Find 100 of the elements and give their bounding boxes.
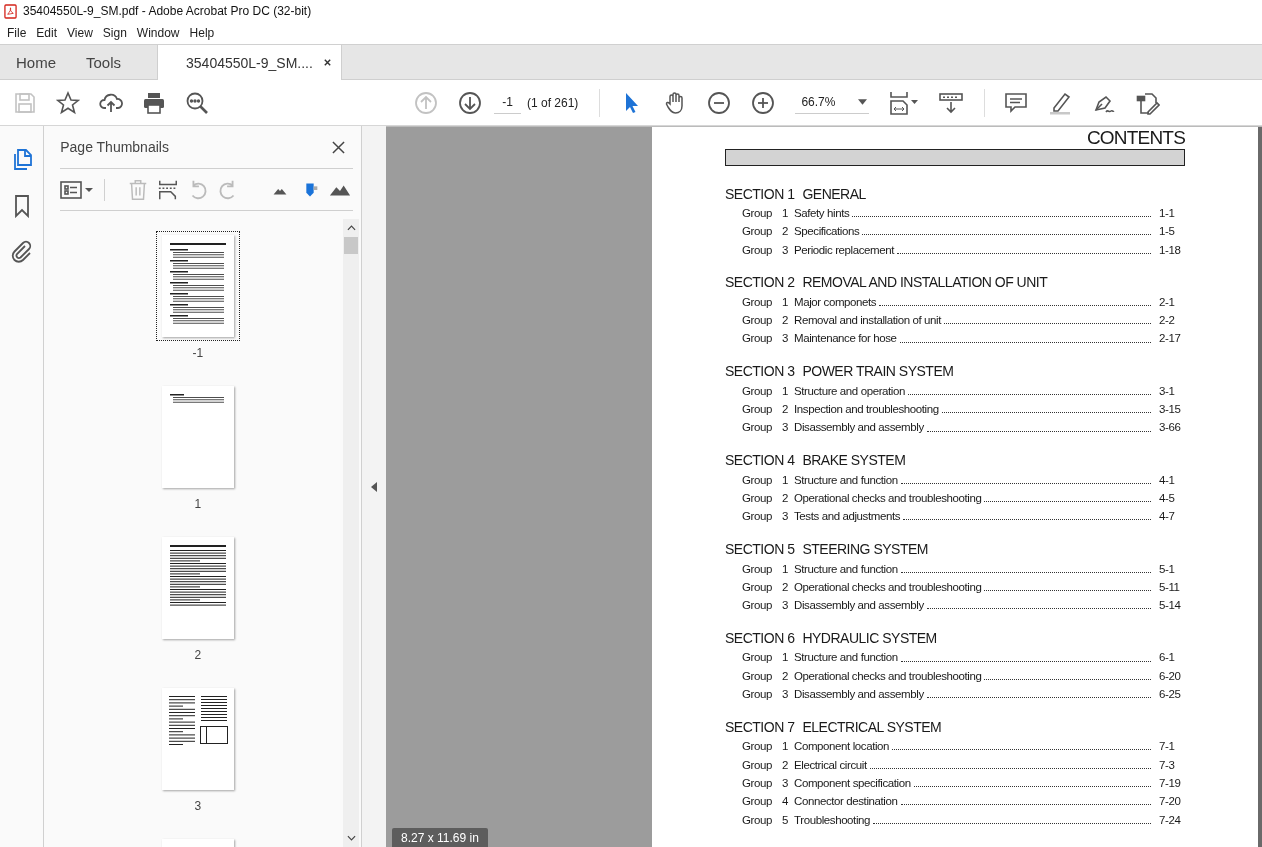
group-title: Electrical circuit bbox=[794, 757, 867, 773]
zoom-dropdown[interactable]: 66.7% bbox=[795, 91, 870, 114]
pdf-file-icon bbox=[4, 3, 17, 19]
edit-document-icon[interactable] bbox=[1136, 90, 1161, 115]
group-number: 1 bbox=[782, 294, 789, 310]
window-title: 35404550L-9_SM.pdf - Adobe Acrobat Pro DC (32-bit) bbox=[23, 4, 312, 18]
menu-item[interactable]: File bbox=[2, 26, 32, 40]
list-options-icon[interactable] bbox=[60, 178, 106, 201]
scroll-mode-icon[interactable] bbox=[939, 90, 964, 115]
section-number: SECTION 7 bbox=[725, 718, 795, 735]
group-title: Component location bbox=[794, 739, 890, 755]
tab[interactable]: 35404550L-9_SM.... bbox=[157, 45, 342, 80]
page-number-field[interactable]: -1 bbox=[494, 91, 521, 114]
section-title: ELECTRICAL SYSTEM bbox=[802, 718, 942, 735]
section-number: SECTION 2 bbox=[725, 274, 795, 291]
group-label: Group bbox=[742, 472, 773, 488]
group-label: Group bbox=[742, 794, 773, 810]
group-label: Group bbox=[742, 812, 773, 828]
paperclip-icon[interactable] bbox=[9, 240, 34, 264]
group-title: Structure and operation bbox=[794, 383, 905, 399]
section-title: POWER TRAIN SYSTEM bbox=[802, 363, 954, 380]
menu-item[interactable]: Edit bbox=[31, 26, 63, 40]
group-label: Group bbox=[742, 561, 773, 577]
group-title: Operational checks and troubleshooting bbox=[794, 579, 982, 595]
section-title: GENERAL bbox=[802, 185, 866, 202]
tab[interactable]: Tools bbox=[72, 45, 136, 79]
group-number: 2 bbox=[782, 579, 789, 595]
close-icon[interactable] bbox=[322, 58, 332, 67]
group-label: Group bbox=[742, 383, 773, 399]
group-number: 1 bbox=[782, 472, 789, 488]
zoom-out-icon[interactable] bbox=[707, 90, 732, 115]
page-reference: 4-5 bbox=[1159, 490, 1176, 506]
page-reference: 7-3 bbox=[1159, 757, 1176, 773]
group-number: 2 bbox=[782, 313, 789, 329]
section-title: REMOVAL AND INSTALLATION OF UNIT bbox=[802, 274, 1048, 291]
close-icon[interactable] bbox=[332, 140, 346, 154]
group-title: Structure and function bbox=[794, 561, 898, 577]
zoom-in-icon[interactable] bbox=[751, 90, 776, 115]
section-number: SECTION 5 bbox=[725, 541, 795, 558]
group-title: Connector destination bbox=[794, 794, 898, 810]
section-title: HYDRAULIC SYSTEM bbox=[802, 629, 937, 646]
group-title: Safety hints bbox=[794, 206, 850, 221]
page-label: 2 bbox=[194, 648, 202, 662]
group-label: Group bbox=[742, 757, 773, 773]
group-number: 1 bbox=[782, 650, 789, 666]
section-title: STEERING SYSTEM bbox=[802, 541, 928, 558]
scrollbar-thumb[interactable] bbox=[344, 237, 359, 254]
section-number: SECTION 6 bbox=[725, 629, 795, 646]
group-number: 3 bbox=[782, 331, 789, 347]
document-title: CONTENTS bbox=[1085, 127, 1185, 148]
page-thumbnail[interactable] bbox=[161, 537, 234, 639]
star-icon[interactable] bbox=[56, 90, 80, 115]
section-number: SECTION 1 bbox=[725, 185, 795, 202]
menu-item[interactable]: Window bbox=[131, 26, 185, 40]
group-title: Component specification bbox=[794, 775, 911, 791]
group-title: Structure and function bbox=[794, 650, 898, 666]
section-title: BRAKE SYSTEM bbox=[802, 452, 906, 469]
tab[interactable]: Home bbox=[0, 45, 72, 79]
group-title: Troubleshooting bbox=[794, 812, 871, 828]
group-title: Periodic replacement bbox=[794, 242, 895, 258]
page-reference: 7-19 bbox=[1159, 775, 1182, 791]
page-reference: 1-1 bbox=[1159, 206, 1176, 221]
menu-item[interactable]: Sign bbox=[97, 26, 132, 40]
highlighter-icon[interactable] bbox=[1048, 90, 1073, 115]
collapse-arrow-icon[interactable] bbox=[371, 481, 378, 492]
page-fit-icon[interactable] bbox=[889, 90, 920, 115]
scroll-down-icon[interactable] bbox=[346, 835, 356, 841]
insert-page-icon[interactable] bbox=[157, 178, 180, 201]
page-reference: 5-14 bbox=[1159, 598, 1182, 614]
scrollbar[interactable] bbox=[343, 219, 360, 847]
group-number: 5 bbox=[782, 812, 789, 828]
group-title: Operational checks and troubleshooting bbox=[794, 668, 982, 684]
group-label: Group bbox=[742, 242, 773, 258]
caret-icon[interactable] bbox=[858, 99, 868, 105]
page-size-label: 8.27 x 11.69 in bbox=[392, 828, 488, 847]
menu-item[interactable]: View bbox=[62, 26, 98, 40]
comment-icon[interactable] bbox=[1004, 90, 1029, 115]
page-thumbnail[interactable] bbox=[161, 235, 234, 337]
group-number: 1 bbox=[782, 383, 789, 399]
page-reference: 5-1 bbox=[1159, 561, 1176, 577]
group-label: Group bbox=[742, 509, 773, 525]
search-icon[interactable] bbox=[185, 90, 209, 115]
group-title: Maintenance for hose bbox=[794, 331, 897, 347]
group-number: 2 bbox=[782, 757, 789, 773]
section-number: SECTION 4 bbox=[725, 452, 795, 469]
group-label: Group bbox=[742, 206, 773, 221]
group-number: 3 bbox=[782, 420, 789, 436]
group-label: Group bbox=[742, 224, 773, 240]
scroll-up-icon[interactable] bbox=[346, 225, 356, 231]
group-label: Group bbox=[742, 294, 773, 310]
page-reference: 7-20 bbox=[1159, 794, 1182, 810]
page-reference: 6-25 bbox=[1159, 687, 1182, 703]
group-label: Group bbox=[742, 598, 773, 614]
menu-item[interactable]: Help bbox=[184, 26, 220, 40]
page-thumbnail[interactable] bbox=[161, 688, 234, 790]
printer-icon[interactable] bbox=[142, 90, 166, 115]
page-reference: 2-2 bbox=[1159, 313, 1176, 329]
group-number: 1 bbox=[782, 739, 789, 755]
page-thumbnail[interactable] bbox=[161, 386, 234, 488]
group-number: 3 bbox=[782, 509, 789, 525]
